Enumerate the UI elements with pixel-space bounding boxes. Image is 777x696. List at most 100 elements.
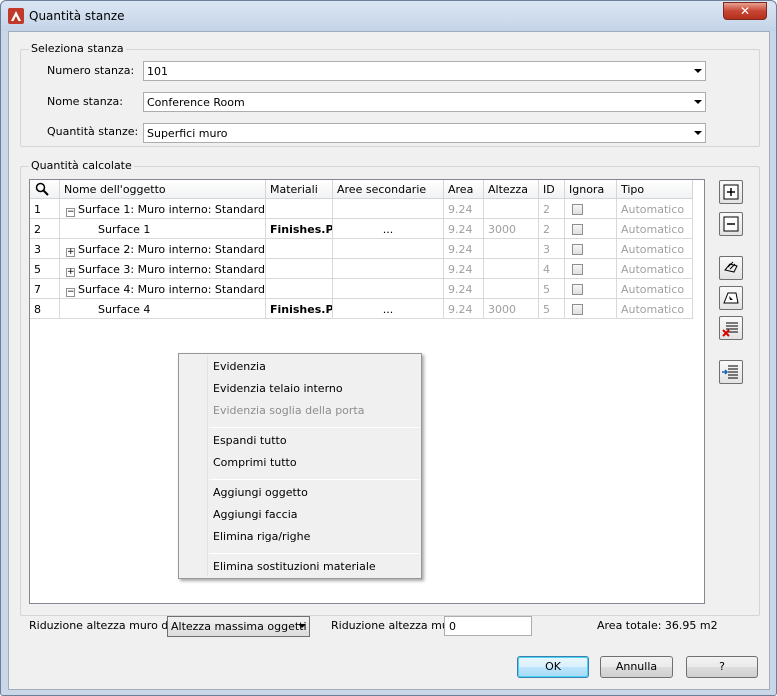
height-cell[interactable] xyxy=(484,199,539,219)
subarea-cell[interactable] xyxy=(333,239,444,259)
chevron-down-icon xyxy=(694,131,702,135)
ignore-cell xyxy=(565,199,617,219)
height-cell[interactable]: 3000 xyxy=(484,219,539,239)
col-header-name[interactable]: Nome dell'oggetto xyxy=(60,180,266,199)
pick-face-button[interactable] xyxy=(719,286,743,310)
menu-item-highlight[interactable]: Evidenzia xyxy=(213,360,266,380)
expand-icon[interactable]: + xyxy=(66,248,75,257)
ignore-checkbox[interactable] xyxy=(572,244,583,255)
area-cell: 9.24 xyxy=(444,299,484,319)
search-header[interactable] xyxy=(30,180,60,199)
collapse-icon[interactable]: − xyxy=(66,208,75,217)
menu-item-highlight-inner-frame[interactable]: Evidenzia telaio interno xyxy=(213,382,343,402)
subarea-cell[interactable]: ... xyxy=(333,299,444,319)
ignore-cell xyxy=(565,219,617,239)
ignore-checkbox[interactable] xyxy=(572,204,583,215)
subarea-cell[interactable] xyxy=(333,259,444,279)
window-title: Quantità stanze xyxy=(29,9,125,23)
menu-separator xyxy=(209,479,419,480)
chevron-down-icon xyxy=(694,69,702,73)
menu-item-add-face[interactable]: Aggiungi faccia xyxy=(213,508,298,528)
ignore-checkbox[interactable] xyxy=(572,224,583,235)
ignore-checkbox[interactable] xyxy=(572,304,583,315)
import-list-icon xyxy=(722,365,738,379)
ignore-checkbox[interactable] xyxy=(572,284,583,295)
room-qty-combo[interactable]: Superfici muro xyxy=(143,123,706,143)
add-object-icon xyxy=(723,184,739,200)
height-cell[interactable]: 3000 xyxy=(484,299,539,319)
col-header-material[interactable]: Materiali xyxy=(266,180,333,199)
object-name: Surface 1 xyxy=(98,223,151,236)
select-hand-icon xyxy=(724,261,738,273)
calculated-title: Quantità calcolate xyxy=(29,159,134,172)
area-cell: 9.24 xyxy=(444,279,484,299)
ignore-cell xyxy=(565,239,617,259)
add-object-button[interactable] xyxy=(719,180,743,204)
row-number: 3 xyxy=(30,239,60,259)
menu-item-delete-rows[interactable]: Elimina riga/righe xyxy=(213,530,310,550)
material-cell[interactable] xyxy=(266,239,333,259)
select-objects-button[interactable] xyxy=(719,256,743,280)
material-cell[interactable] xyxy=(266,259,333,279)
close-button[interactable]: ✕ xyxy=(723,2,767,20)
pick-face-icon xyxy=(723,292,739,304)
help-button[interactable]: ? xyxy=(686,656,758,678)
room-number-value: 101 xyxy=(147,65,168,78)
col-header-height[interactable]: Altezza xyxy=(484,180,539,199)
material-cell[interactable]: Finishes.Pla xyxy=(266,219,333,239)
row-number: 2 xyxy=(30,219,60,239)
reduction-height-input[interactable]: 0 xyxy=(444,616,532,636)
subarea-cell[interactable] xyxy=(333,199,444,219)
expand-icon[interactable]: + xyxy=(66,268,75,277)
type-cell: Automatico xyxy=(617,299,693,319)
delete-rows-button[interactable] xyxy=(719,316,743,340)
menu-item-expand-all[interactable]: Espandi tutto xyxy=(213,434,287,454)
object-name-cell: Surface 1 xyxy=(60,219,266,239)
col-header-id[interactable]: ID xyxy=(539,180,565,199)
row-number: 8 xyxy=(30,299,60,319)
id-cell: 5 xyxy=(539,299,565,319)
subarea-cell[interactable]: ... xyxy=(333,219,444,239)
title-bar[interactable]: Quantità stanze ✕ xyxy=(1,1,776,31)
cancel-button[interactable]: Annulla xyxy=(600,656,673,678)
ignore-checkbox[interactable] xyxy=(572,264,583,275)
room-number-combo[interactable]: 101 xyxy=(143,61,706,81)
menu-item-delete-material-overrides[interactable]: Elimina sostituzioni materiale xyxy=(213,560,376,580)
height-cell[interactable] xyxy=(484,279,539,299)
area-cell: 9.24 xyxy=(444,199,484,219)
room-name-combo[interactable]: Conference Room xyxy=(143,92,706,112)
collapse-icon[interactable]: − xyxy=(66,288,75,297)
menu-gutter xyxy=(207,356,208,576)
id-cell: 2 xyxy=(539,199,565,219)
reduction-value: Altezza massima oggetti xyxy=(171,620,307,633)
menu-item-collapse-all[interactable]: Comprimi tutto xyxy=(213,456,297,476)
chevron-down-icon xyxy=(298,624,306,628)
height-cell[interactable] xyxy=(484,259,539,279)
reduction2-label: Riduzione altezza muro xyxy=(331,619,460,632)
ignore-cell xyxy=(565,279,617,299)
col-header-subareas[interactable]: Aree secondarie xyxy=(333,180,444,199)
import-button[interactable] xyxy=(719,360,743,384)
type-cell: Automatico xyxy=(617,239,693,259)
subarea-cell[interactable] xyxy=(333,279,444,299)
reduction-combo[interactable]: Altezza massima oggetti xyxy=(167,616,310,637)
material-cell[interactable] xyxy=(266,279,333,299)
material-cell[interactable] xyxy=(266,199,333,219)
object-name-cell: + Surface 2: Muro interno: Standard xyxy=(60,239,266,259)
remove-object-button[interactable] xyxy=(719,212,743,236)
ok-button[interactable]: OK xyxy=(517,656,589,678)
menu-item-highlight-door-threshold: Evidenzia soglia della porta xyxy=(213,404,365,417)
col-header-ignore[interactable]: Ignora xyxy=(565,180,617,199)
row-number: 1 xyxy=(30,199,60,219)
height-cell[interactable] xyxy=(484,239,539,259)
object-name-cell: − Surface 1: Muro interno: Standard xyxy=(60,199,266,219)
menu-item-add-object[interactable]: Aggiungi oggetto xyxy=(213,486,308,506)
col-header-type[interactable]: Tipo xyxy=(617,180,693,199)
row-number: 5 xyxy=(30,259,60,279)
object-name: Surface 1: Muro interno: Standard xyxy=(78,203,265,216)
material-cell[interactable]: Finishes.Pla xyxy=(266,299,333,319)
row-number: 7 xyxy=(30,279,60,299)
object-name: Surface 3: Muro interno: Standard xyxy=(78,263,265,276)
remove-object-icon xyxy=(723,216,739,232)
col-header-area[interactable]: Area xyxy=(444,180,484,199)
